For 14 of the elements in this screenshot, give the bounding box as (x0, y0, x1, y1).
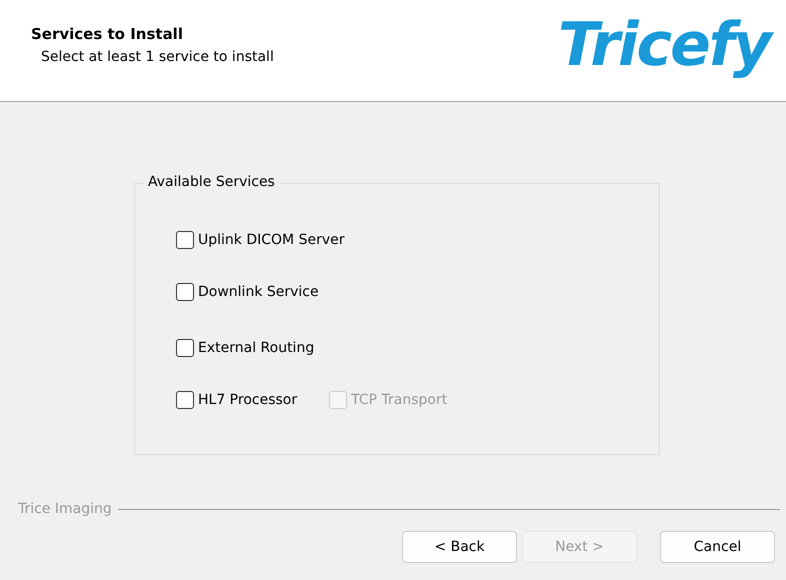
checkbox[interactable] (176, 339, 194, 357)
logo: Tricefy (558, 0, 786, 101)
brand-label: Trice Imaging (18, 501, 112, 517)
wizard-button[interactable]: < Back (402, 531, 517, 563)
checkbox[interactable] (176, 231, 194, 249)
checkbox-option[interactable]: Uplink DICOM Server (176, 231, 344, 249)
checkbox[interactable] (176, 283, 194, 301)
page-subtitle: Select at least 1 service to install (41, 49, 274, 65)
page-title: Services to Install (31, 25, 184, 43)
wizard-button[interactable]: Cancel (660, 531, 775, 563)
checkbox-option[interactable]: Downlink Service (176, 283, 319, 301)
checkbox-option[interactable]: External Routing (176, 339, 314, 357)
checkbox[interactable] (176, 391, 194, 409)
checkbox-option[interactable]: HL7 Processor (176, 391, 298, 409)
